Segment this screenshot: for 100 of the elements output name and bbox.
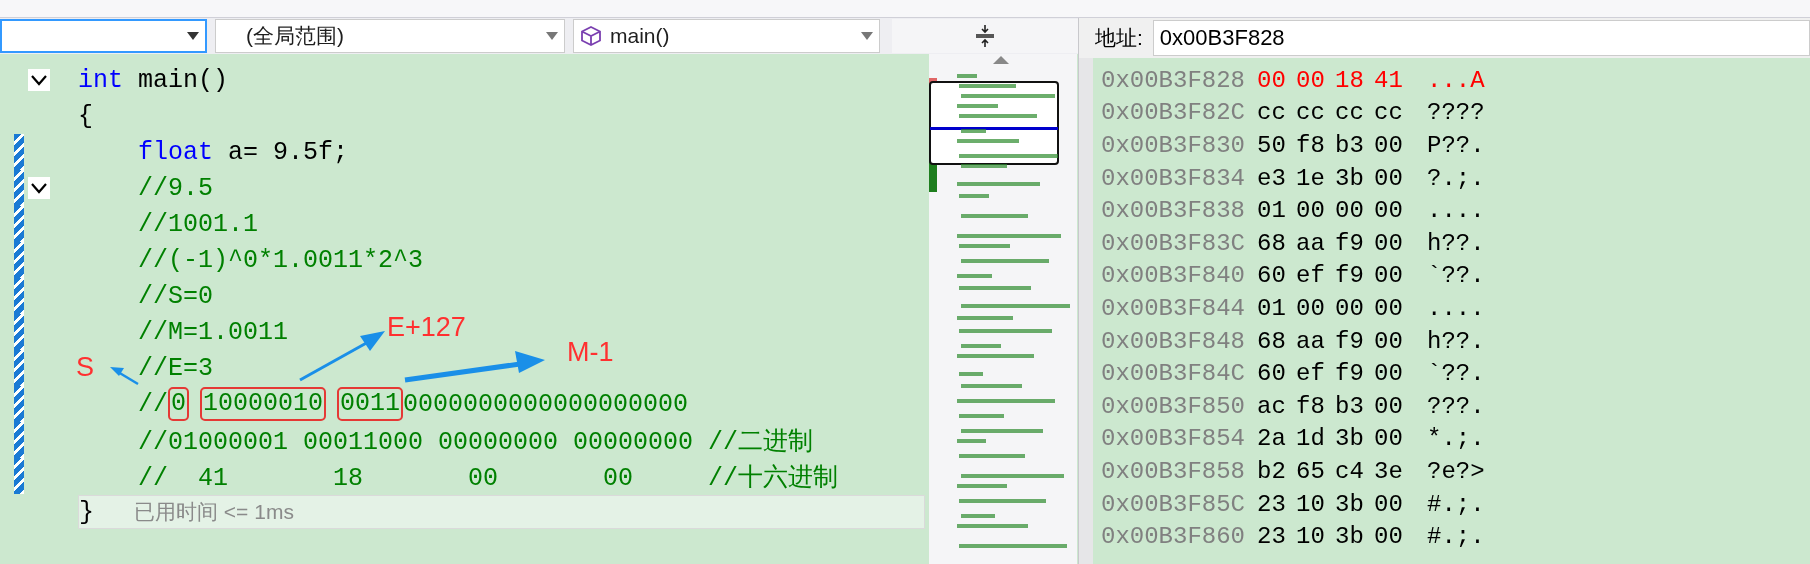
memory-byte: 00 [1335, 197, 1365, 225]
memory-ascii: ???? [1427, 99, 1485, 127]
memory-byte: 68 [1257, 327, 1287, 355]
elapsed-time-hint: 已用时间 <= 1ms [134, 499, 294, 525]
boxed-bits: 10000010 [200, 387, 327, 421]
memory-address: 0x00B3F83C [1101, 229, 1247, 257]
memory-byte: ef [1296, 360, 1326, 388]
memory-byte: cc [1296, 99, 1326, 127]
address-field[interactable]: 0x00B3F828 [1152, 20, 1810, 56]
memory-address: 0x00B3F858 [1101, 457, 1247, 485]
code-text: float [138, 137, 213, 167]
memory-byte: f9 [1335, 360, 1365, 388]
memory-byte: 00 [1257, 66, 1287, 94]
memory-byte: 10 [1296, 523, 1326, 551]
scope-dropdown[interactable]: (全局范围) [215, 19, 565, 53]
code-text: main() [137, 65, 229, 95]
memory-address: 0x00B3F838 [1101, 197, 1247, 225]
arrow [110, 367, 139, 386]
collapse-icon[interactable] [28, 69, 50, 91]
memory-ascii: `??. [1427, 360, 1485, 388]
memory-byte: 3b [1335, 490, 1365, 518]
memory-byte: 1d [1296, 425, 1326, 453]
memory-ascii: ...A [1427, 66, 1485, 94]
memory-byte: b3 [1335, 392, 1365, 420]
memory-byte: 3e [1374, 457, 1404, 485]
address-label: 地址: [1095, 25, 1143, 51]
memory-ascii: `??. [1427, 262, 1485, 290]
memory-byte: f9 [1335, 262, 1365, 290]
memory-byte: 00 [1374, 262, 1404, 290]
memory-ascii: P??. [1427, 132, 1485, 159]
code-text: int [78, 65, 123, 95]
memory-address: 0x00B3F82C [1101, 99, 1247, 127]
memory-byte: f8 [1296, 132, 1326, 159]
function-dropdown[interactable]: main() [573, 19, 880, 53]
annotation-label: M-1 [567, 337, 614, 368]
memory-byte: 3b [1335, 164, 1365, 192]
code-text: //9.5 [138, 173, 213, 203]
boxed-bits: 0011 [337, 387, 404, 421]
caret-icon [861, 32, 873, 40]
code-text: a= 9.5f; [227, 137, 349, 167]
memory-byte: cc [1257, 99, 1287, 127]
memory-byte: f9 [1335, 229, 1365, 257]
memory-byte: 00 [1374, 327, 1404, 355]
memory-ascii: .... [1427, 197, 1485, 225]
memory-byte: f8 [1296, 392, 1326, 420]
memory-byte: 41 [1374, 66, 1404, 94]
cube-icon [580, 25, 602, 47]
memory-address: 0x00B3F834 [1101, 164, 1247, 192]
memory-byte: 00 [1374, 164, 1404, 192]
code-text: } [79, 497, 94, 527]
code-text: //S=0 [138, 281, 213, 311]
boxed-bits: 0 [168, 387, 190, 421]
memory-byte: 23 [1257, 490, 1287, 518]
split-icon[interactable] [974, 24, 996, 48]
memory-byte: 00 [1374, 197, 1404, 225]
memory-ascii: .... [1427, 294, 1485, 322]
memory-address: 0x00B3F850 [1101, 392, 1247, 420]
memory-address: 0x00B3F828 [1101, 66, 1247, 94]
memory-address: 0x00B3F860 [1101, 523, 1247, 551]
memory-byte: c4 [1335, 457, 1365, 485]
memory-byte: 60 [1257, 360, 1287, 388]
memory-byte: 00 [1374, 360, 1404, 388]
memory-byte: 10 [1296, 490, 1326, 518]
memory-byte: 00 [1374, 425, 1404, 453]
project-dropdown[interactable] [0, 19, 207, 53]
code-text: //1001.1 [138, 209, 259, 239]
memory-byte: 01 [1257, 294, 1287, 322]
code-text: // 41 18 00 00 //十六进制 [138, 462, 839, 493]
collapse-icon[interactable] [28, 177, 50, 199]
annotation-label: S [76, 352, 94, 383]
memory-address: 0x00B3F85C [1101, 490, 1247, 518]
memory-ascii: *.;. [1427, 425, 1485, 453]
code-text: { [78, 101, 93, 131]
memory-byte: ac [1257, 392, 1287, 420]
memory-byte: cc [1335, 99, 1365, 127]
code-text: // [138, 389, 168, 419]
annotation-label: E+127 [387, 312, 466, 343]
memory-ascii: #.;. [1427, 523, 1485, 551]
memory-byte: 50 [1257, 132, 1287, 159]
memory-address: 0x00B3F830 [1101, 132, 1247, 159]
memory-byte: 00 [1374, 132, 1404, 159]
memory-address: 0x00B3F844 [1101, 294, 1247, 322]
memory-byte: 60 [1257, 262, 1287, 290]
memory-address: 0x00B3F840 [1101, 262, 1247, 290]
memory-address: 0x00B3F848 [1101, 327, 1247, 355]
code-text: //M=1.0011 [138, 317, 289, 347]
memory-byte: 18 [1335, 66, 1365, 94]
memory-ascii: ?.;. [1427, 164, 1485, 192]
memory-ascii: #.;. [1427, 490, 1485, 518]
memory-byte: 01 [1257, 197, 1287, 225]
memory-byte: ef [1296, 262, 1326, 290]
memory-address: 0x00B3F854 [1101, 425, 1247, 453]
memory-byte: 68 [1257, 229, 1287, 257]
memory-ascii: h??. [1427, 229, 1485, 257]
code-text: //(-1)^0*1.0011*2^3 [138, 245, 424, 275]
memory-byte: 00 [1374, 523, 1404, 551]
memory-byte: 00 [1374, 490, 1404, 518]
memory-byte: 00 [1296, 66, 1326, 94]
memory-byte: 2a [1257, 425, 1287, 453]
memory-ascii: h??. [1427, 327, 1485, 355]
